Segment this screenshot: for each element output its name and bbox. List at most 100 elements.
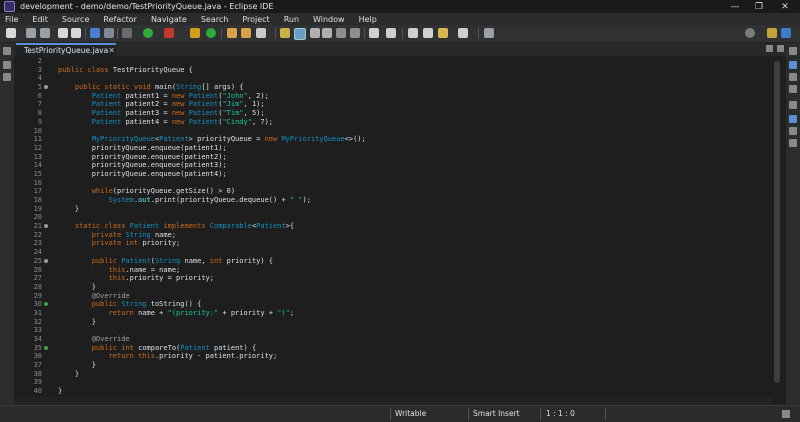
next-annotation-icon[interactable] bbox=[369, 28, 379, 38]
outline-icon[interactable] bbox=[3, 73, 11, 81]
override-marker-icon[interactable] bbox=[42, 344, 50, 353]
code-line[interactable]: 18 System.out.print(priorityQueue.dequeu… bbox=[14, 196, 772, 205]
back-history-icon[interactable] bbox=[438, 28, 448, 38]
code-line[interactable]: 36 return this.priority - patient.priori… bbox=[14, 352, 772, 361]
debug-icon[interactable] bbox=[143, 28, 153, 38]
menu-navigate[interactable]: Navigate bbox=[151, 15, 187, 24]
menu-edit[interactable]: Edit bbox=[32, 15, 48, 24]
redo-icon[interactable] bbox=[71, 28, 81, 38]
code-line[interactable]: 7 Patient patient2 = new Patient("Jim", … bbox=[14, 100, 772, 109]
code-line[interactable]: 19 } bbox=[14, 205, 772, 214]
skip-breakpoints-icon[interactable] bbox=[122, 28, 132, 38]
fold-marker-icon[interactable] bbox=[42, 83, 50, 92]
code-line[interactable]: 40} bbox=[14, 387, 772, 396]
code-line[interactable]: 17 while(priorityQueue.getSize() > 0) bbox=[14, 187, 772, 196]
external-tools-icon[interactable] bbox=[190, 28, 200, 38]
code-line[interactable]: 33 bbox=[14, 326, 772, 335]
undo-icon[interactable] bbox=[58, 28, 68, 38]
code-line[interactable]: 9 Patient patient4 = new Patient("Cindy"… bbox=[14, 118, 772, 127]
code-line[interactable]: 25 public Patient(String name, int prior… bbox=[14, 257, 772, 266]
code-line[interactable]: 16 bbox=[14, 179, 772, 188]
restore-icon[interactable] bbox=[3, 47, 11, 55]
scroll-thumb[interactable] bbox=[774, 61, 780, 383]
console-icon[interactable] bbox=[789, 139, 797, 147]
last-edit-icon[interactable] bbox=[408, 28, 418, 38]
toggle-mark-occurrences-icon[interactable] bbox=[294, 28, 306, 40]
code-line[interactable]: 35 public int compareTo(Patient patient)… bbox=[14, 344, 772, 353]
new-class-icon[interactable] bbox=[241, 28, 251, 38]
menu-source[interactable]: Source bbox=[62, 15, 89, 24]
code-line[interactable]: 26 this.name = name; bbox=[14, 266, 772, 275]
menu-refactor[interactable]: Refactor bbox=[103, 15, 137, 24]
forward-icon[interactable] bbox=[458, 28, 468, 38]
run-last-icon[interactable] bbox=[206, 28, 216, 38]
block-select-icon[interactable] bbox=[322, 28, 332, 38]
code-line[interactable]: 6 Patient patient1 = new Patient("John",… bbox=[14, 92, 772, 101]
override-marker-icon[interactable] bbox=[42, 300, 50, 309]
code-line[interactable]: 5 public static void main(String[] args)… bbox=[14, 83, 772, 92]
outline-view-icon[interactable] bbox=[789, 73, 797, 81]
code-line[interactable]: 3 public class TestPriorityQueue { bbox=[14, 66, 772, 75]
pin-editor-icon[interactable] bbox=[484, 28, 494, 38]
code-line[interactable]: 15 priorityQueue.enqueue(patient4); bbox=[14, 170, 772, 179]
search-icon[interactable] bbox=[745, 28, 755, 38]
back-icon[interactable] bbox=[423, 28, 433, 38]
code-line[interactable]: 37 } bbox=[14, 361, 772, 370]
minimize-button[interactable]: — bbox=[722, 0, 748, 13]
build-icon[interactable] bbox=[104, 28, 114, 38]
code-line[interactable]: 12 priorityQueue.enqueue(patient1); bbox=[14, 144, 772, 153]
close-button[interactable]: ✕ bbox=[772, 0, 798, 13]
code-line[interactable]: 32 } bbox=[14, 318, 772, 327]
code-line[interactable]: 31 return name + "(priority:" + priority… bbox=[14, 309, 772, 318]
code-line[interactable]: 28 } bbox=[14, 283, 772, 292]
fold-marker-icon[interactable] bbox=[42, 222, 50, 231]
package-explorer-icon[interactable] bbox=[3, 61, 11, 69]
minimize-editor-icon[interactable] bbox=[766, 45, 773, 52]
code-line[interactable]: 34 @Override bbox=[14, 335, 772, 344]
code-line[interactable]: 22 private String name; bbox=[14, 231, 772, 240]
show-whitespace-icon[interactable] bbox=[336, 28, 346, 38]
vertical-scrollbar[interactable] bbox=[772, 57, 786, 405]
code-line[interactable]: 21 static class Patient implements Compa… bbox=[14, 222, 772, 231]
code-line[interactable]: 20 bbox=[14, 213, 772, 222]
save-icon[interactable] bbox=[26, 28, 36, 38]
code-line[interactable]: 4 bbox=[14, 74, 772, 83]
save-all-icon[interactable] bbox=[40, 28, 50, 38]
code-line[interactable]: 8 Patient patient3 = new Patient("Tim", … bbox=[14, 109, 772, 118]
javadoc-icon[interactable] bbox=[789, 115, 797, 123]
tab-testpriorityqueue-java[interactable]: TestPriorityQueue.java ✕ bbox=[16, 43, 116, 56]
code-line[interactable]: 2 bbox=[14, 57, 772, 66]
code-line[interactable]: 39 bbox=[14, 378, 772, 387]
code-editor[interactable]: 2 3 public class TestPriorityQueue {4 5 pub… bbox=[14, 57, 772, 405]
restore-icon[interactable] bbox=[789, 101, 797, 109]
problems-view-icon[interactable] bbox=[789, 85, 797, 93]
restore-icon[interactable] bbox=[789, 47, 797, 55]
annotation-icon[interactable] bbox=[350, 28, 360, 38]
prev-annotation-icon[interactable] bbox=[386, 28, 396, 38]
search-icon[interactable] bbox=[280, 28, 290, 38]
notifications-icon[interactable] bbox=[782, 410, 790, 418]
menu-run[interactable]: Run bbox=[284, 15, 299, 24]
code-line[interactable]: 10 bbox=[14, 127, 772, 136]
declaration-icon[interactable] bbox=[789, 127, 797, 135]
open-perspective-icon[interactable] bbox=[767, 28, 777, 38]
java-perspective-icon[interactable] bbox=[781, 28, 791, 38]
code-line[interactable]: 27 this.priority = priority; bbox=[14, 274, 772, 283]
code-line[interactable]: 11 MyPriorityQueue<Patient> priorityQueu… bbox=[14, 135, 772, 144]
code-line[interactable]: 23 private int priority; bbox=[14, 239, 772, 248]
run-icon[interactable] bbox=[164, 28, 174, 38]
menu-help[interactable]: Help bbox=[359, 15, 377, 24]
terminal-icon[interactable] bbox=[90, 28, 100, 38]
maximize-button[interactable]: ❐ bbox=[746, 0, 772, 13]
menu-window[interactable]: Window bbox=[313, 15, 345, 24]
code-line[interactable]: 13 priorityQueue.enqueue(patient2); bbox=[14, 153, 772, 162]
task-list-icon[interactable] bbox=[789, 61, 797, 69]
menu-file[interactable]: File bbox=[5, 15, 18, 24]
fold-marker-icon[interactable] bbox=[42, 257, 50, 266]
open-type-icon[interactable] bbox=[256, 28, 266, 38]
code-line[interactable]: 38 } bbox=[14, 370, 772, 379]
menu-project[interactable]: Project bbox=[242, 15, 269, 24]
code-line[interactable]: 24 bbox=[14, 248, 772, 257]
code-line[interactable]: 29 @Override bbox=[14, 292, 772, 301]
toggle-word-wrap-icon[interactable] bbox=[310, 28, 320, 38]
